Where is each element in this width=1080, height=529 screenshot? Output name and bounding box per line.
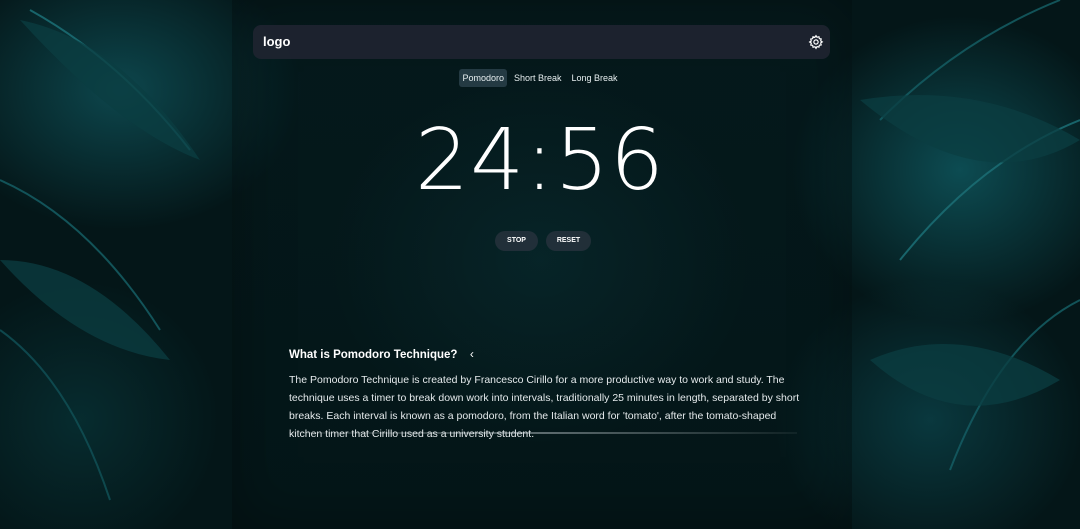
info-title: What is Pomodoro Technique? (289, 349, 458, 361)
tab-short-break[interactable]: Short Break (511, 69, 565, 87)
reset-button[interactable]: RESET (546, 231, 591, 251)
timer-display: 24:56 (415, 111, 665, 210)
gear-icon[interactable] (808, 34, 824, 50)
divider (289, 432, 797, 434)
stop-button[interactable]: STOP (495, 231, 538, 251)
chevron-left-icon[interactable]: ‹ (470, 347, 474, 361)
info-section: What is Pomodoro Technique? ‹ The Pomodo… (289, 345, 801, 443)
logo[interactable]: logo (263, 34, 290, 49)
tab-long-break[interactable]: Long Break (569, 69, 621, 87)
mode-tabs: Pomodoro Short Break Long Break (0, 69, 1080, 87)
tab-pomodoro[interactable]: Pomodoro (459, 69, 507, 87)
top-bar: logo (253, 25, 830, 59)
